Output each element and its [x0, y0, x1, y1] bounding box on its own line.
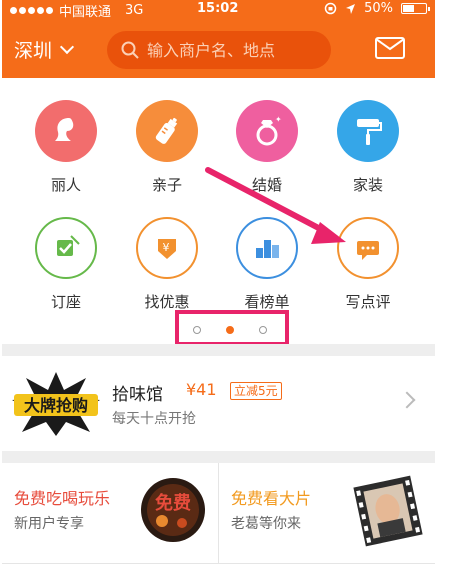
- tile-subtitle: 老葛等你来: [231, 516, 301, 532]
- badge-text: 大牌抢购: [24, 396, 88, 415]
- free-movie-tile[interactable]: 免费看大片 老葛等你来: [219, 463, 435, 563]
- page-indicator-highlight: [175, 310, 289, 346]
- app-screen: 中国联通 3G 15:02 50% 深圳 丽人 亲子: [2, 0, 435, 579]
- page-dot[interactable]: [259, 326, 267, 334]
- food-image-text: 免费: [155, 492, 191, 514]
- free-food-image: 免费: [141, 478, 205, 542]
- discount-tag: 立减5元: [230, 382, 282, 400]
- chevron-right-icon: [398, 391, 416, 409]
- right-frame: [435, 0, 459, 579]
- promo-price: ¥41: [186, 380, 217, 399]
- section-separator: [2, 451, 435, 463]
- section-separator: [2, 344, 435, 356]
- tile-subtitle: 新用户专享: [14, 516, 84, 532]
- film-reel-image: [353, 475, 423, 547]
- flash-sale-badge: 大牌抢购: [12, 372, 100, 436]
- tile-title: 免费看大片: [231, 489, 312, 508]
- flash-sale-row[interactable]: 大牌抢购 拾味馆 ¥41 立减5元 每天十点开抢: [2, 356, 435, 451]
- page-dot-active[interactable]: [226, 326, 234, 334]
- page-dot[interactable]: [193, 326, 201, 334]
- tile-title: 免费吃喝玩乐: [14, 489, 111, 508]
- free-fun-tile[interactable]: 免费吃喝玩乐 新用户专享 免费: [2, 463, 218, 563]
- promo-subtitle: 每天十点开抢: [112, 411, 196, 427]
- promo-title: 拾味馆: [112, 385, 163, 405]
- bottom-border: [2, 563, 435, 564]
